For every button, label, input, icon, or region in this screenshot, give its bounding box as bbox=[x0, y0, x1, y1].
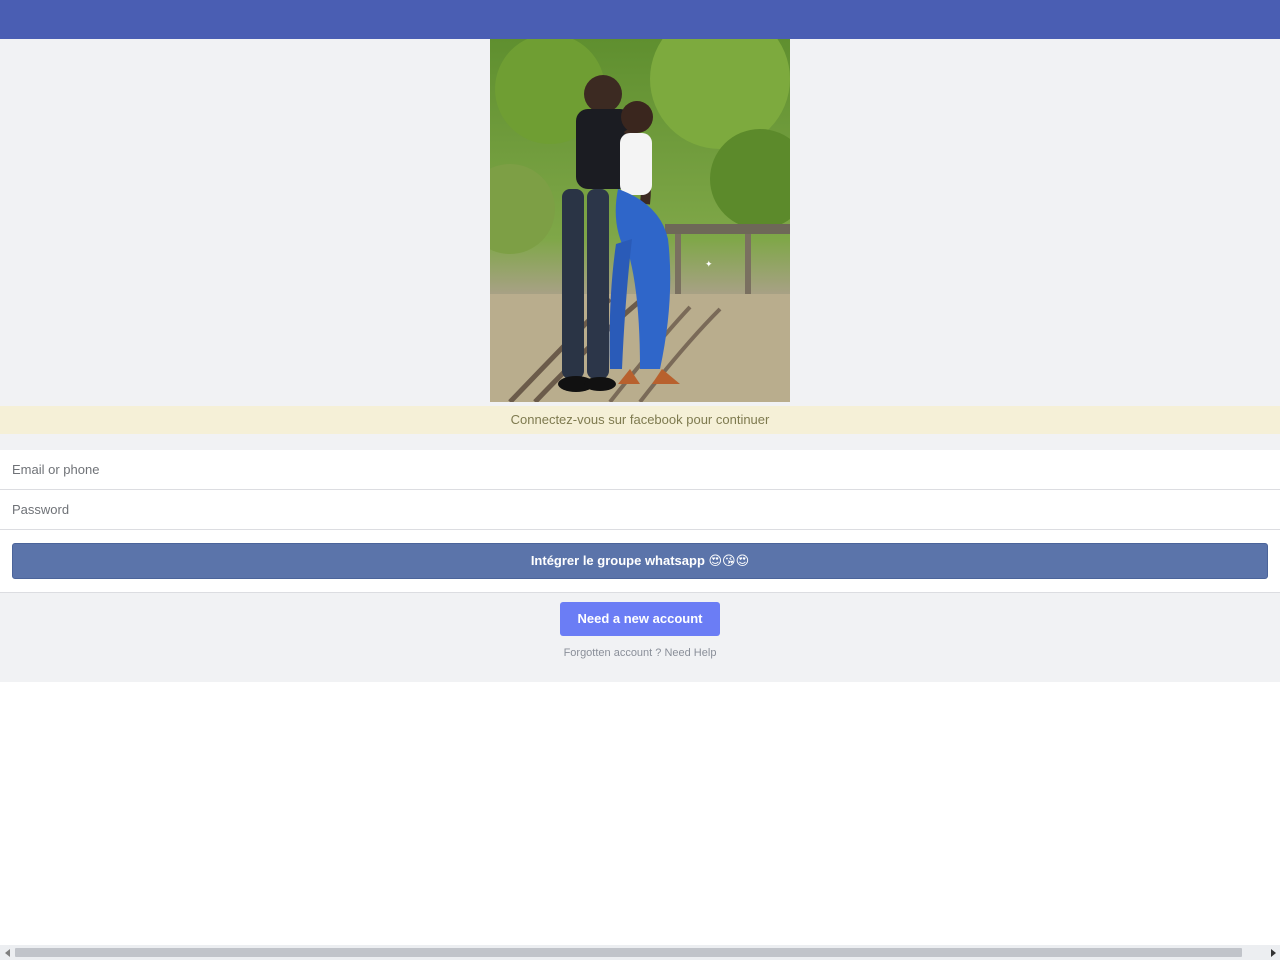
scrollbar-thumb[interactable] bbox=[15, 948, 1242, 957]
chevron-left-icon[interactable] bbox=[0, 945, 15, 960]
chevron-right-icon[interactable] bbox=[1265, 945, 1280, 960]
top-bar bbox=[0, 0, 1280, 39]
couple-photo: ✦ bbox=[490, 39, 790, 402]
svg-text:✦: ✦ bbox=[705, 260, 713, 270]
hero-image: ✦ bbox=[490, 39, 790, 402]
help-link[interactable]: Forgotten account ? Need Help bbox=[0, 647, 1280, 659]
join-group-button[interactable]: Intégrer le groupe whatsapp 😍😘😍 bbox=[12, 543, 1268, 579]
password-field[interactable] bbox=[0, 490, 1280, 530]
horizontal-scrollbar[interactable] bbox=[0, 945, 1280, 960]
login-form: Intégrer le groupe whatsapp 😍😘😍 bbox=[0, 450, 1280, 593]
new-account-button[interactable]: Need a new account bbox=[560, 602, 720, 636]
email-field[interactable] bbox=[0, 450, 1280, 490]
page-content: ✦ Connectez-vous sur facebook pour conti… bbox=[0, 39, 1280, 682]
login-notice: Connectez-vous sur facebook pour continu… bbox=[0, 406, 1280, 434]
